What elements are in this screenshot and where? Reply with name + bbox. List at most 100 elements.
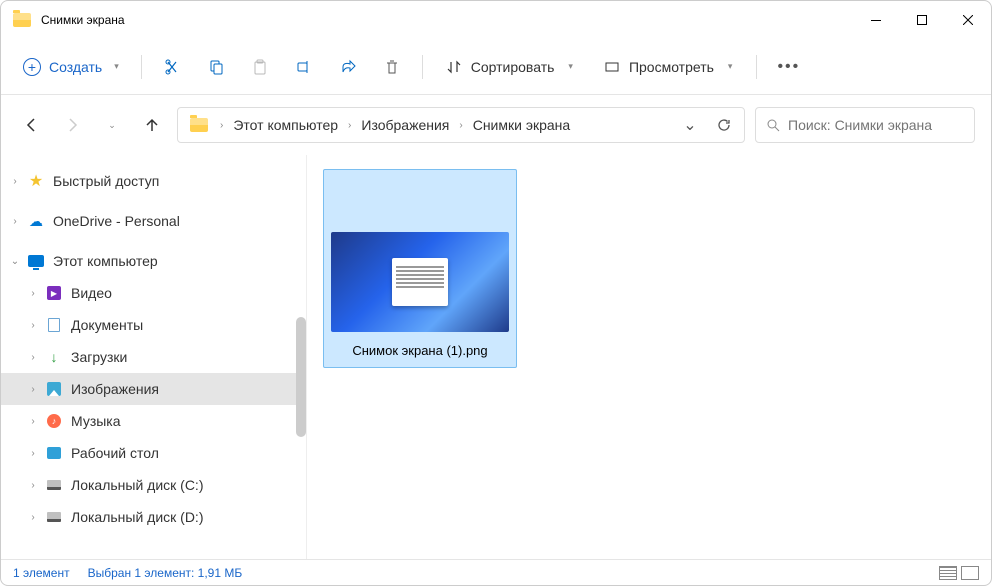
- breadcrumb-item[interactable]: Изображения: [357, 115, 453, 135]
- content-area[interactable]: Снимок экрана (1).png: [307, 155, 991, 559]
- view-button[interactable]: Просмотреть ▾: [591, 53, 747, 81]
- search-input[interactable]: [788, 117, 969, 133]
- sidebar-item[interactable]: › ♪ Музыка: [1, 405, 306, 437]
- expand-arrow-icon[interactable]: ›: [25, 512, 41, 523]
- forward-button[interactable]: [57, 110, 87, 140]
- up-button[interactable]: [137, 110, 167, 140]
- addressbar[interactable]: › Этот компьютер › Изображения › Снимки …: [177, 107, 745, 143]
- new-label: Создать: [49, 59, 102, 75]
- expand-arrow-icon[interactable]: ›: [25, 448, 41, 459]
- sidebar-item[interactable]: › Изображения: [1, 373, 306, 405]
- history-dropdown-button[interactable]: ⌄: [676, 111, 704, 139]
- expand-arrow-icon[interactable]: ›: [25, 384, 41, 395]
- sort-button[interactable]: Сортировать ▾: [433, 53, 587, 81]
- window-title: Снимки экрана: [41, 13, 853, 27]
- expand-arrow-icon[interactable]: ›: [25, 320, 41, 331]
- folder-icon: [190, 118, 208, 132]
- monitor-icon: [27, 252, 45, 270]
- statusbar: 1 элемент Выбран 1 элемент: 1,91 МБ: [1, 559, 991, 585]
- cloud-icon: ☁: [27, 212, 45, 230]
- chevron-down-icon: ▾: [114, 61, 119, 72]
- sidebar-item[interactable]: › Локальный диск (C:): [1, 469, 306, 501]
- search-icon: [766, 118, 780, 132]
- sidebar-item[interactable]: › Рабочий стол: [1, 437, 306, 469]
- file-name: Снимок экрана (1).png: [352, 340, 487, 361]
- copy-button[interactable]: [196, 49, 236, 85]
- sort-icon: [447, 60, 461, 74]
- chevron-right-icon: ›: [348, 120, 351, 131]
- chevron-right-icon: ›: [459, 120, 462, 131]
- plus-icon: +: [23, 58, 41, 76]
- sidebar-item[interactable]: ⌄ Этот компьютер: [1, 245, 306, 277]
- sidebar-item-label: Быстрый доступ: [53, 173, 159, 189]
- share-button[interactable]: [328, 49, 368, 85]
- breadcrumb-item[interactable]: Снимки экрана: [469, 115, 574, 135]
- sidebar-item-label: OneDrive - Personal: [53, 213, 180, 229]
- img-icon: [45, 380, 63, 398]
- file-thumbnail: [331, 232, 509, 332]
- expand-arrow-icon[interactable]: ›: [25, 288, 41, 299]
- sidebar-item-label: Видео: [71, 285, 112, 301]
- expand-arrow-icon[interactable]: ›: [7, 176, 23, 187]
- searchbox[interactable]: [755, 107, 975, 143]
- cut-button[interactable]: [152, 49, 192, 85]
- minimize-button[interactable]: [853, 1, 899, 39]
- sidebar-item[interactable]: › ★ Быстрый доступ: [1, 165, 306, 197]
- maximize-button[interactable]: [899, 1, 945, 39]
- folder-icon: [13, 13, 31, 27]
- separator: [422, 55, 423, 79]
- sidebar-item-label: Документы: [71, 317, 143, 333]
- recent-button[interactable]: ⌄: [97, 110, 127, 140]
- sort-label: Сортировать: [471, 59, 555, 75]
- sidebar-item[interactable]: › Документы: [1, 309, 306, 341]
- main-body: › ★ Быстрый доступ › ☁ OneDrive - Personal ⌄ Эт…: [1, 155, 991, 559]
- sidebar-item-label: Локальный диск (D:): [71, 509, 204, 525]
- view-icon: [605, 60, 619, 74]
- sidebar-item-label: Этот компьютер: [53, 253, 158, 269]
- expand-arrow-icon[interactable]: ⌄: [7, 256, 23, 267]
- sidebar-item[interactable]: › ▶ Видео: [1, 277, 306, 309]
- chevron-right-icon: ›: [220, 120, 223, 131]
- sidebar-item[interactable]: › Локальный диск (D:): [1, 501, 306, 533]
- chevron-down-icon: ▾: [728, 61, 733, 72]
- expand-arrow-icon[interactable]: ›: [25, 352, 41, 363]
- status-selection: Выбран 1 элемент: 1,91 МБ: [88, 566, 243, 580]
- titlebar: Снимки экрана: [1, 1, 991, 39]
- window-controls: [853, 1, 991, 39]
- sidebar-item[interactable]: ›↓Загрузки: [1, 341, 306, 373]
- view-toggle: [939, 566, 979, 580]
- navbar: ⌄ › Этот компьютер › Изображения › Снимк…: [1, 95, 991, 155]
- expand-arrow-icon[interactable]: ›: [25, 480, 41, 491]
- disk-icon: [45, 476, 63, 494]
- separator: [756, 55, 757, 79]
- expand-arrow-icon[interactable]: ›: [7, 216, 23, 227]
- delete-button[interactable]: [372, 49, 412, 85]
- sidebar-item-label: Рабочий стол: [71, 445, 159, 461]
- sidebar-item[interactable]: › ☁ OneDrive - Personal: [1, 205, 306, 237]
- refresh-button[interactable]: [710, 111, 738, 139]
- paste-button[interactable]: [240, 49, 280, 85]
- thumbnails-view-button[interactable]: [961, 566, 979, 580]
- chevron-down-icon: ▾: [568, 61, 573, 72]
- music-icon: ♪: [45, 412, 63, 430]
- scrollbar[interactable]: [296, 317, 306, 437]
- breadcrumb-item[interactable]: Этот компьютер: [229, 115, 342, 135]
- disk-icon: [45, 508, 63, 526]
- video-icon: ▶: [45, 284, 63, 302]
- sidebar-item-label: Локальный диск (C:): [71, 477, 204, 493]
- star-icon: ★: [27, 172, 45, 190]
- back-button[interactable]: [17, 110, 47, 140]
- rename-button[interactable]: [284, 49, 324, 85]
- file-item[interactable]: Снимок экрана (1).png: [323, 169, 517, 368]
- desktop-icon: [45, 444, 63, 462]
- close-button[interactable]: [945, 1, 991, 39]
- sidebar-item-label: Музыка: [71, 413, 121, 429]
- details-view-button[interactable]: [939, 566, 957, 580]
- expand-arrow-icon[interactable]: ›: [25, 416, 41, 427]
- sidebar-item-label: Изображения: [71, 381, 159, 397]
- toolbar: + Создать ▾ Сортировать ▾ Просмотреть ▾ …: [1, 39, 991, 95]
- new-button[interactable]: + Создать ▾: [11, 52, 131, 82]
- separator: [141, 55, 142, 79]
- down-icon: ↓: [45, 348, 63, 366]
- more-button[interactable]: •••: [767, 52, 810, 82]
